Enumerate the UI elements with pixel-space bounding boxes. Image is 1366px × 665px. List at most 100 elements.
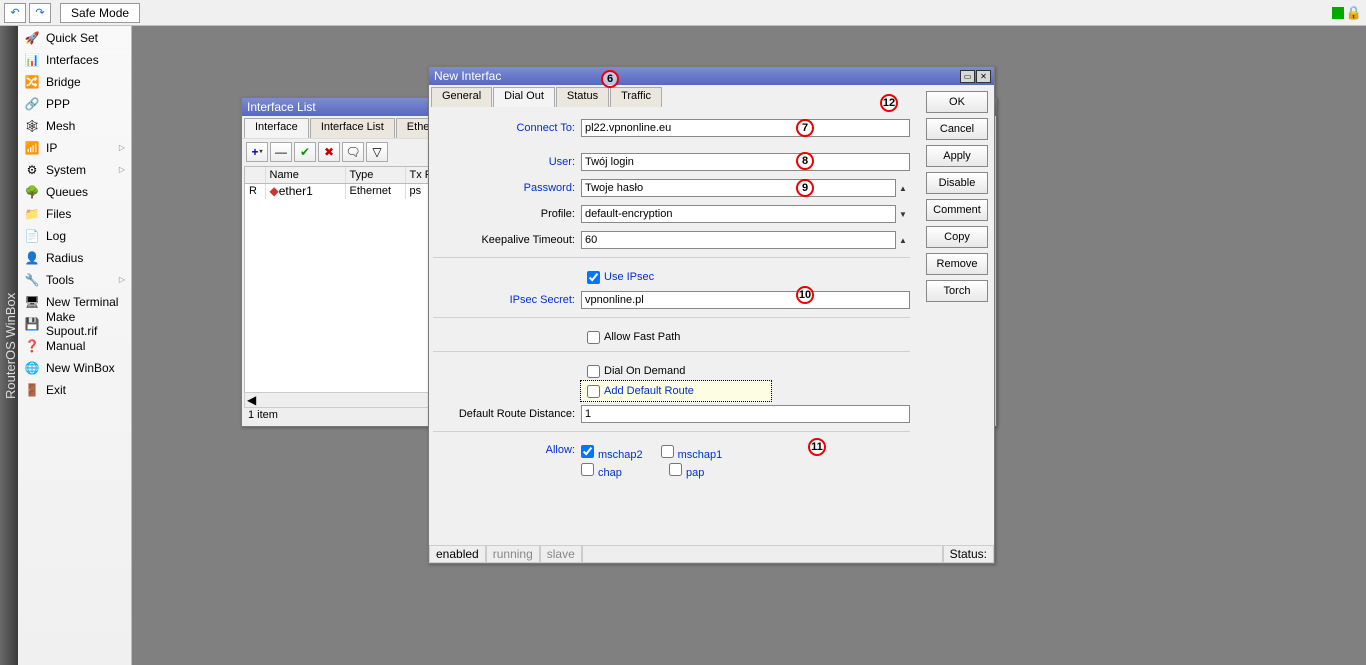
stepper-icon[interactable] (896, 236, 910, 245)
close-icon[interactable]: ✕ (976, 70, 991, 83)
menu-icon: 🔀 (24, 74, 40, 90)
sidebar-item-quick-set[interactable]: 🚀Quick Set (18, 26, 131, 48)
menu-icon: 🚀 (24, 30, 40, 46)
filter-button[interactable]: ▽ (366, 142, 388, 162)
tab-dial-out[interactable]: Dial Out (493, 87, 555, 107)
enable-button[interactable]: ✔ (294, 142, 316, 162)
chap-checkbox[interactable] (581, 463, 594, 476)
dropdown-icon[interactable] (896, 210, 910, 219)
use-ipsec-checkbox[interactable] (587, 271, 600, 284)
torch-button[interactable]: Torch (926, 280, 988, 302)
fast-path-checkbox[interactable] (587, 331, 600, 344)
annotation-12: 12 (880, 94, 898, 112)
sidebar-item-mesh[interactable]: 🕸Mesh (18, 114, 131, 136)
dialog-status-bar: enabled running slave Status: (429, 545, 994, 563)
chevron-right-icon: ▷ (119, 143, 125, 152)
sidebar-item-ip[interactable]: 📶IP▷ (18, 136, 131, 158)
apply-button[interactable]: Apply (926, 145, 988, 167)
sidebar-item-radius[interactable]: 👤Radius (18, 246, 131, 268)
redo-button[interactable]: ↷ (29, 3, 51, 23)
tab-traffic[interactable]: Traffic (610, 87, 662, 107)
titlebar[interactable]: New Interfac ▭ ✕ (429, 67, 994, 85)
menu-icon: 👤 (24, 250, 40, 266)
ipsec-secret-input[interactable] (581, 291, 910, 309)
annotation-8: 8 (796, 152, 814, 170)
sidebar-item-log[interactable]: 📄Log (18, 224, 131, 246)
mschap1-checkbox[interactable] (661, 445, 674, 458)
sidebar-item-files[interactable]: 📁Files (18, 202, 131, 224)
dial-on-demand-checkbox[interactable] (587, 365, 600, 378)
column-header[interactable]: Type (345, 167, 405, 183)
connect-to-input[interactable] (581, 119, 910, 137)
dialog-buttons: OK Cancel Apply Disable Comment Copy Remove Tor… (920, 85, 994, 563)
menu-icon: 💾 (24, 316, 40, 332)
annotation-7: 7 (796, 119, 814, 137)
newif-tabs: GeneralDial OutStatusTraffic (429, 85, 920, 107)
menu-icon: 🖥 (24, 294, 40, 310)
menu-icon: 📊 (24, 52, 40, 68)
window-title: New Interfac (434, 69, 501, 83)
add-default-route-checkbox[interactable] (587, 385, 600, 398)
window-title: Interface List (247, 100, 316, 114)
cancel-button[interactable]: Cancel (926, 118, 988, 140)
pap-checkbox[interactable] (669, 463, 682, 476)
main-area: Interface List ▭ ✕ InterfaceInterface Li… (132, 26, 1366, 665)
keepalive-input[interactable] (581, 231, 896, 249)
status-indicator-icon (1332, 7, 1344, 19)
sidebar-item-interfaces[interactable]: 📊Interfaces (18, 48, 131, 70)
add-button[interactable]: + (246, 142, 268, 162)
menu-icon: 🔧 (24, 272, 40, 288)
column-header[interactable] (245, 167, 265, 183)
mschap2-checkbox[interactable] (581, 445, 594, 458)
menu-icon: 📄 (24, 228, 40, 244)
sidebar-item-queues[interactable]: 🌳Queues (18, 180, 131, 202)
sidebar-item-tools[interactable]: 🔧Tools▷ (18, 268, 131, 290)
copy-button[interactable]: Copy (926, 226, 988, 248)
lock-icon: 🔒 (1346, 5, 1362, 21)
tab-interface-list[interactable]: Interface List (310, 118, 395, 138)
default-route-distance-input[interactable] (581, 405, 910, 423)
sidebar-item-system[interactable]: ⚙System▷ (18, 158, 131, 180)
column-header[interactable]: Name (265, 167, 345, 183)
reveal-icon[interactable] (896, 184, 910, 193)
chevron-right-icon: ▷ (119, 275, 125, 284)
menu-icon: 🚪 (24, 382, 40, 398)
safe-mode-button[interactable]: Safe Mode (60, 3, 140, 23)
annotation-11: 11 (808, 438, 826, 456)
remove-button[interactable]: — (270, 142, 292, 162)
window-new-interface: New Interfac ▭ ✕ GeneralDial OutStatusTr… (428, 66, 995, 564)
menu-icon: 🌐 (24, 360, 40, 376)
annotation-9: 9 (796, 179, 814, 197)
password-input[interactable] (581, 179, 896, 197)
tab-general[interactable]: General (431, 87, 492, 107)
menu-icon: 🕸 (24, 118, 40, 134)
disable-button[interactable]: Disable (926, 172, 988, 194)
minimize-icon[interactable]: ▭ (960, 70, 975, 83)
undo-button[interactable]: ↶ (4, 3, 26, 23)
comment-button[interactable]: 🗨 (342, 142, 364, 162)
comment-button[interactable]: Comment (926, 199, 988, 221)
annotation-6: 6 (601, 70, 619, 88)
disable-button[interactable]: ✖ (318, 142, 340, 162)
sidebar-item-exit[interactable]: 🚪Exit (18, 378, 131, 400)
annotation-10: 10 (796, 286, 814, 304)
brand-bar: RouterOS WinBox (0, 26, 18, 665)
user-input[interactable] (581, 153, 910, 171)
top-toolbar: ↶ ↷ Safe Mode 🔒 (0, 0, 1366, 26)
sidebar: 🚀Quick Set📊Interfaces🔀Bridge🔗PPP🕸Mesh📶IP… (18, 26, 132, 665)
sidebar-item-bridge[interactable]: 🔀Bridge (18, 70, 131, 92)
tab-status[interactable]: Status (556, 87, 609, 107)
ok-button[interactable]: OK (926, 91, 988, 113)
menu-icon: 🌳 (24, 184, 40, 200)
sidebar-item-make-supout.rif[interactable]: 💾Make Supout.rif (18, 312, 131, 334)
menu-icon: ❓ (24, 338, 40, 354)
remove-button[interactable]: Remove (926, 253, 988, 275)
chevron-right-icon: ▷ (119, 165, 125, 174)
menu-icon: ⚙ (24, 162, 40, 178)
sidebar-item-new-winbox[interactable]: 🌐New WinBox (18, 356, 131, 378)
menu-icon: 📁 (24, 206, 40, 222)
profile-select[interactable] (581, 205, 896, 223)
sidebar-item-ppp[interactable]: 🔗PPP (18, 92, 131, 114)
tab-interface[interactable]: Interface (244, 118, 309, 138)
menu-icon: 📶 (24, 140, 40, 156)
